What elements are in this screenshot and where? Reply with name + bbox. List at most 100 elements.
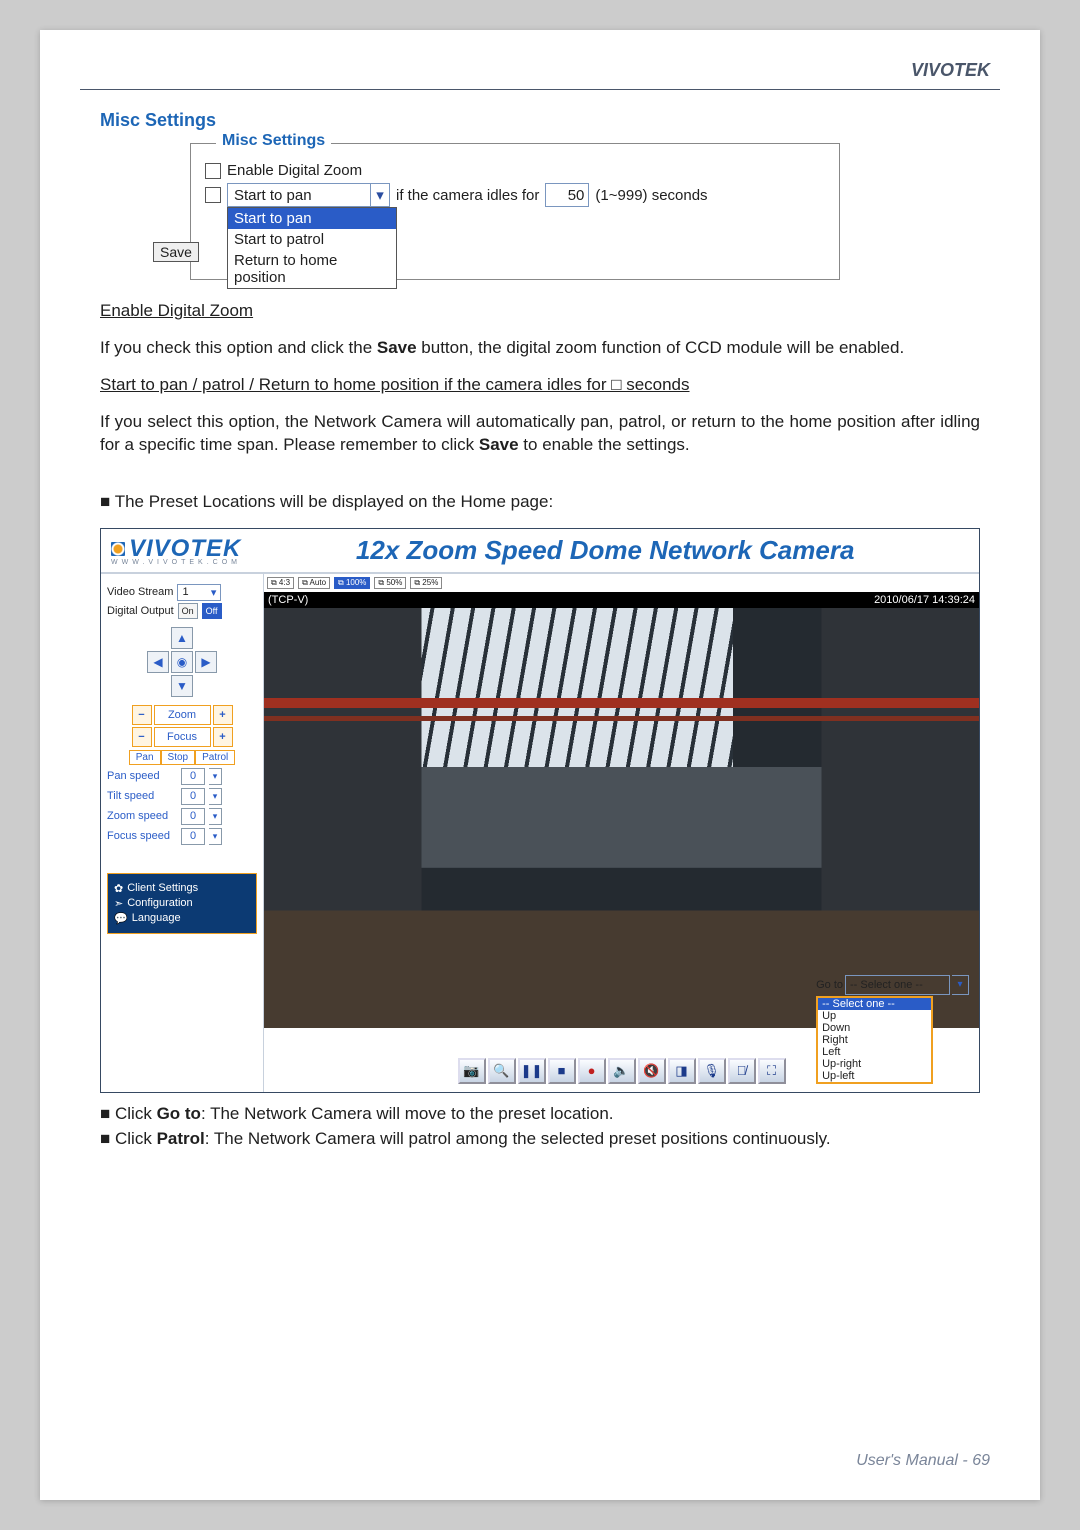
snapshot-button[interactable]: 📷 xyxy=(458,1058,486,1084)
goto-option[interactable]: Up-left xyxy=(818,1070,931,1082)
idle-text-2: (1~999) seconds xyxy=(595,187,707,204)
goto-option[interactable]: Up-right xyxy=(818,1058,931,1070)
brand-logo-icon xyxy=(111,542,125,556)
chevron-down-icon[interactable]: ▾ xyxy=(209,768,222,785)
chevron-down-icon[interactable]: ▾ xyxy=(952,975,969,995)
zoom-50-badge[interactable]: ⧉ 50% xyxy=(374,577,406,589)
patrol-button[interactable]: Patrol xyxy=(195,750,235,765)
language-link[interactable]: 💬 Language xyxy=(114,912,250,925)
dpad-right-button[interactable]: ▶ xyxy=(195,651,217,673)
goto-label: Go to xyxy=(816,979,843,991)
fieldset-legend: Misc Settings xyxy=(216,132,331,150)
chevron-down-icon[interactable]: ▾ xyxy=(209,808,222,825)
digital-output-label: Digital Output xyxy=(107,605,174,617)
preset-locations-line: ■ The Preset Locations will be displayed… xyxy=(100,491,980,514)
idle-action-options-list[interactable]: Start to pan Start to patrol Return to h… xyxy=(227,207,397,289)
dpad-down-button[interactable]: ▼ xyxy=(171,675,193,697)
dpad-up-button[interactable]: ▲ xyxy=(171,627,193,649)
camera-main: ⧉ 4:3 ⧉ Auto ⧉ 100% ⧉ 50% ⧉ 25% (TCP-V) … xyxy=(264,574,979,1092)
idle-seconds-input[interactable]: 50 xyxy=(545,183,589,207)
aspect-badge[interactable]: ⧉ 4:3 xyxy=(267,577,294,589)
stop-button[interactable]: Stop xyxy=(161,750,196,765)
goto-option[interactable]: Right xyxy=(818,1034,931,1046)
idle-paragraph: If you select this option, the Network C… xyxy=(100,411,980,457)
zoom-tool-button[interactable]: 🔍 xyxy=(488,1058,516,1084)
dpad-home-button[interactable]: ◉ xyxy=(171,651,193,673)
mic-button[interactable]: 🎙 xyxy=(698,1058,726,1084)
goto-bullet: ■ Click Go to: The Network Camera will m… xyxy=(100,1103,980,1126)
focus-minus-button[interactable]: − xyxy=(132,727,152,747)
goto-select-value[interactable]: -- Select one -- xyxy=(845,975,950,995)
client-settings-link[interactable]: ✿ Client Settings xyxy=(114,882,250,895)
zoom-auto-badge[interactable]: ⧉ Auto xyxy=(298,577,330,589)
page-header: VIVOTEK xyxy=(40,30,1040,89)
zoom-minus-button[interactable]: − xyxy=(132,705,152,725)
video-stream-select[interactable]: 1▾ xyxy=(177,584,221,601)
focus-speed-label: Focus speed xyxy=(107,830,177,842)
digital-output-on-button[interactable]: On xyxy=(178,603,198,619)
zoom-plus-button[interactable]: + xyxy=(213,705,233,725)
pan-speed-label: Pan speed xyxy=(107,770,177,782)
tilt-speed-value[interactable]: 0 xyxy=(181,788,205,805)
zoom-speed-value[interactable]: 0 xyxy=(181,808,205,825)
focus-speed-value[interactable]: 0 xyxy=(181,828,205,845)
ptz-dpad: ▲ ◀ ◉ ▶ ▼ xyxy=(107,627,257,697)
goto-control: Go to -- Select one -- ▾ -- Select one -… xyxy=(816,975,969,1084)
goto-option[interactable]: Up xyxy=(818,1010,931,1022)
volume-button[interactable]: 🔈 xyxy=(608,1058,636,1084)
patrol-bullet: ■ Click Patrol: The Network Camera will … xyxy=(100,1128,980,1151)
camera-ui-screenshot: VIVOTEK WWW.VIVOTEK.COM 12x Zoom Speed D… xyxy=(100,528,980,1093)
header-rule xyxy=(80,89,1000,90)
camera-sidebar: Video Stream 1▾ Digital Output On Off ▲ … xyxy=(101,574,264,1092)
brand-subtext: WWW.VIVOTEK.COM xyxy=(111,559,241,566)
idle-action-select[interactable]: Start to pan ▾ xyxy=(227,183,390,207)
zoom-badge-row: ⧉ 4:3 ⧉ Auto ⧉ 100% ⧉ 50% ⧉ 25% xyxy=(264,574,979,592)
misc-settings-fieldset: Misc Settings Enable Digital Zoom Start … xyxy=(190,143,840,280)
idle-action-option[interactable]: Start to pan xyxy=(228,208,396,229)
video-timestamp: 2010/06/17 14:39:24 xyxy=(874,594,975,606)
zoom-speed-label: Zoom speed xyxy=(107,810,177,822)
stop-button[interactable]: ■ xyxy=(548,1058,576,1084)
idle-heading: Start to pan / patrol / Return to home p… xyxy=(100,374,980,397)
enable-digital-zoom-label: Enable Digital Zoom xyxy=(227,162,362,179)
focus-label: Focus xyxy=(154,727,211,747)
digital-output-off-button[interactable]: Off xyxy=(202,603,222,619)
idle-action-option[interactable]: Start to patrol xyxy=(228,229,396,250)
goto-options-list[interactable]: -- Select one -- Up Down Right Left Up-r… xyxy=(816,996,933,1084)
powered-by: Powered by VIVOTEK xyxy=(107,952,257,961)
goto-option[interactable]: Left xyxy=(818,1046,931,1058)
page-footer: User's Manual - 69 xyxy=(856,1452,990,1470)
save-button[interactable]: Save xyxy=(153,242,199,262)
zoom-label: Zoom xyxy=(154,705,211,725)
video-stream-label: Video Stream xyxy=(107,586,173,598)
video-control-bar: 📷 🔍 ❚❚ ■ ● 🔈 🔇 ◨ 🎙 🎙̸ ⛶ xyxy=(458,1058,786,1084)
camera-title: 12x Zoom Speed Dome Network Camera xyxy=(241,535,969,566)
goto-option[interactable]: Down xyxy=(818,1022,931,1034)
video-view xyxy=(264,608,979,1028)
enable-digital-zoom-checkbox[interactable] xyxy=(205,163,221,179)
fullscreen-button[interactable]: ⛶ xyxy=(758,1058,786,1084)
chevron-down-icon[interactable]: ▾ xyxy=(209,828,222,845)
focus-plus-button[interactable]: + xyxy=(213,727,233,747)
section-title: Misc Settings xyxy=(100,110,980,131)
idle-action-option[interactable]: Return to home position xyxy=(228,250,396,288)
video-protocol: (TCP-V) xyxy=(268,594,308,606)
zoom-25-badge[interactable]: ⧉ 25% xyxy=(410,577,442,589)
goto-option[interactable]: -- Select one -- xyxy=(818,998,931,1010)
mic-mute-button[interactable]: 🎙̸ xyxy=(728,1058,756,1084)
enable-digital-zoom-heading: Enable Digital Zoom xyxy=(100,300,980,323)
mute-button[interactable]: 🔇 xyxy=(638,1058,666,1084)
configuration-link[interactable]: ➣ Configuration xyxy=(114,897,250,910)
record-button[interactable]: ● xyxy=(578,1058,606,1084)
chevron-down-icon[interactable]: ▾ xyxy=(370,184,389,206)
pan-button[interactable]: Pan xyxy=(129,750,161,765)
dpad-left-button[interactable]: ◀ xyxy=(147,651,169,673)
chevron-down-icon[interactable]: ▾ xyxy=(209,788,222,805)
pan-speed-value[interactable]: 0 xyxy=(181,768,205,785)
half-button[interactable]: ◨ xyxy=(668,1058,696,1084)
tilt-speed-label: Tilt speed xyxy=(107,790,177,802)
idle-action-checkbox[interactable] xyxy=(205,187,221,203)
idle-text-1: if the camera idles for xyxy=(396,187,539,204)
zoom-100-badge[interactable]: ⧉ 100% xyxy=(334,577,370,589)
pause-button[interactable]: ❚❚ xyxy=(518,1058,546,1084)
